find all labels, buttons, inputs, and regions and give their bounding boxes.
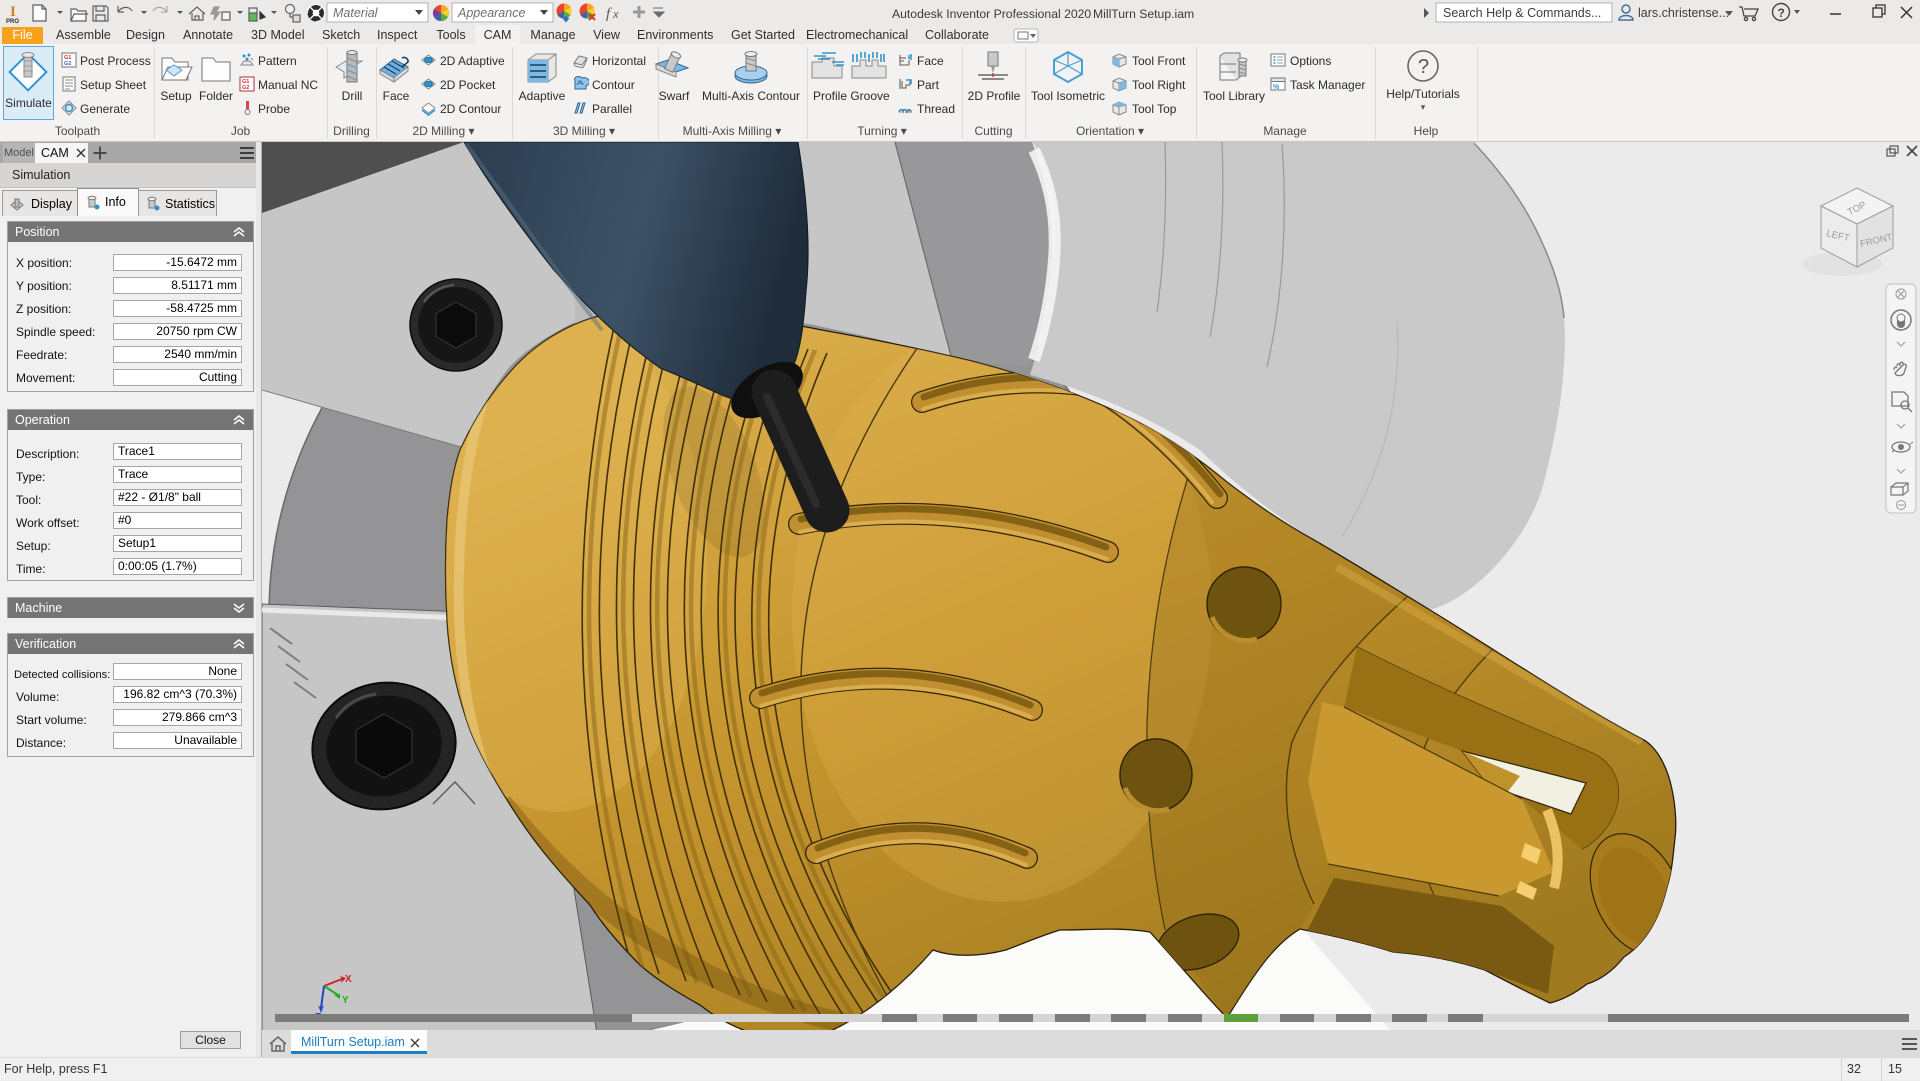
svg-text:%: % xyxy=(1273,84,1280,91)
svg-text:Search Help & Commands...: Search Help & Commands... xyxy=(1443,6,1601,20)
svg-text:x: x xyxy=(612,9,619,21)
svg-text:PRO: PRO xyxy=(6,19,19,25)
svg-text:G2: G2 xyxy=(242,85,249,91)
svg-text:?: ? xyxy=(1418,56,1429,78)
svg-text:Appearance: Appearance xyxy=(457,6,525,20)
svg-text:X: X xyxy=(345,974,352,985)
svg-text:MillTurn Setup.iam: MillTurn Setup.iam xyxy=(1093,7,1194,21)
svg-text:Y: Y xyxy=(342,995,349,1006)
svg-text:f: f xyxy=(606,6,612,22)
svg-text:G2: G2 xyxy=(64,61,71,67)
svg-text:Material: Material xyxy=(333,6,379,20)
svg-text:lars.christense...: lars.christense... xyxy=(1638,6,1729,20)
svg-text:?: ? xyxy=(1778,6,1785,20)
svg-text:Autodesk Inventor Professional: Autodesk Inventor Professional 2020 xyxy=(892,7,1091,21)
svg-text:I: I xyxy=(10,4,16,20)
